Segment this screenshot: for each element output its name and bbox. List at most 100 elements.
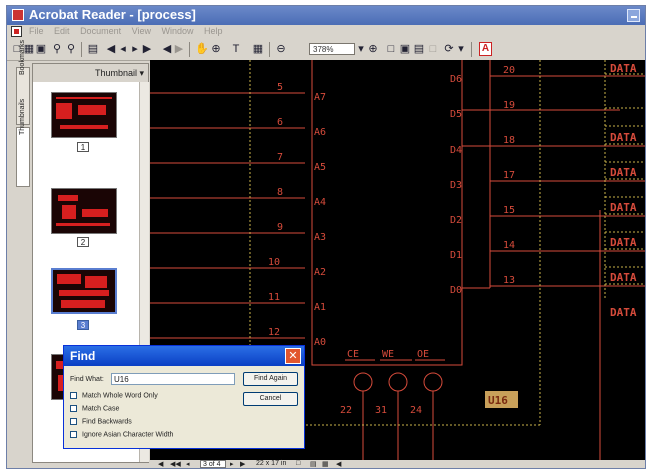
data-pin-label: D0 xyxy=(450,285,462,296)
zoom-level-field[interactable]: 378% xyxy=(309,43,355,55)
find-backwards-checkbox[interactable]: Find Backwards xyxy=(70,418,132,427)
navigation-tabs: Bookmarks Thumbnails xyxy=(15,40,32,463)
find-dialog: Find ✕ Find What: U16 Find Again Cancel … xyxy=(63,345,305,449)
adobe-logo-icon[interactable]: A xyxy=(479,42,492,56)
find-dialog-title: Find xyxy=(70,349,96,363)
thumbnail-pane-header[interactable]: Thumbnail ▾ xyxy=(33,64,148,82)
first-page-icon[interactable]: ◀ xyxy=(105,42,117,56)
chip-label: U16 xyxy=(488,394,508,407)
page-thumbnail-1[interactable] xyxy=(51,92,117,138)
pin-number: 7 xyxy=(277,152,283,163)
facing-pages-icon[interactable]: ▦ xyxy=(322,460,329,468)
search-icon[interactable]: ⚲ xyxy=(51,42,63,56)
text-select-tool-icon[interactable]: T xyxy=(229,42,243,56)
next-page-icon[interactable]: ▸ xyxy=(129,42,141,56)
menu-file[interactable]: File xyxy=(29,26,44,36)
toolbar-divider xyxy=(471,42,472,57)
data-pin-label: D3 xyxy=(450,180,462,191)
page-thumbnail-2[interactable] xyxy=(51,188,117,234)
address-pin-label: A7 xyxy=(314,92,326,103)
rotate-dropdown-icon[interactable]: ▾ xyxy=(457,42,465,56)
print-icon[interactable]: ▣ xyxy=(35,42,47,56)
previous-page-icon[interactable]: ◂ xyxy=(117,42,129,56)
pin-number: 11 xyxy=(268,292,280,303)
thumbnail-label: 2 xyxy=(77,237,89,247)
find-icon[interactable]: ⚲ xyxy=(65,42,77,56)
fit-visible-icon[interactable]: □ xyxy=(427,42,439,56)
go-back-icon[interactable]: ◀ xyxy=(161,42,173,56)
toolbar: □ ▦ ▣ ⚲ ⚲ ▤ ◀ ◂ ▸ ▶ ◀ ▶ ✋ ⊕ T ▦ ⊖ 378% ▾… xyxy=(7,39,645,61)
pin-number: 6 xyxy=(277,117,283,128)
continuous-icon[interactable]: ▤ xyxy=(310,460,317,468)
data-pin-label: D5 xyxy=(450,109,462,120)
fit-page-icon[interactable]: ▣ xyxy=(399,42,411,56)
previous-page-nav-icon[interactable]: ◀◀ xyxy=(170,460,181,468)
hand-tool-icon[interactable]: ✋ xyxy=(195,42,209,56)
toolbar-divider xyxy=(189,42,190,57)
net-label: DATA xyxy=(610,201,637,214)
control-pin-label: WE xyxy=(382,349,394,360)
data-pin-label: D4 xyxy=(450,145,462,156)
cancel-button[interactable]: Cancel xyxy=(243,392,298,406)
zoom-out-icon[interactable]: ⊖ xyxy=(275,42,287,56)
toolbar-divider xyxy=(81,42,82,57)
page-thumbnail-3[interactable] xyxy=(51,268,117,314)
menu-window[interactable]: Window xyxy=(161,26,193,36)
zoom-in-icon[interactable]: ⊕ xyxy=(367,42,379,56)
pin-number: 22 xyxy=(340,405,352,416)
control-pin-label: CE xyxy=(347,349,359,360)
go-forward-icon[interactable]: ▶ xyxy=(173,42,185,56)
net-label: DATA xyxy=(610,236,637,249)
graphics-select-tool-icon[interactable]: ▦ xyxy=(251,42,265,56)
tab-thumbnails[interactable]: Thumbnails xyxy=(16,99,30,187)
close-icon[interactable]: ✕ xyxy=(285,348,301,364)
pin-number: 9 xyxy=(277,222,283,233)
pin-number: 31 xyxy=(375,405,387,416)
net-label: DATA xyxy=(610,306,637,319)
data-pin-label: D1 xyxy=(450,250,462,261)
pin-number: 20 xyxy=(503,65,515,76)
first-page-nav-icon[interactable]: ◀ xyxy=(158,460,163,468)
address-pin-label: A0 xyxy=(314,337,326,348)
pin-number: 17 xyxy=(503,170,515,181)
menu-bar: File Edit Document View Window Help xyxy=(7,25,645,39)
page-indicator[interactable]: 3 of 4 xyxy=(200,460,226,468)
navigation-pane-icon[interactable]: ▤ xyxy=(87,42,99,56)
ignore-asian-width-checkbox[interactable]: Ignore Asian Character Width xyxy=(70,431,173,440)
match-case-checkbox[interactable]: Match Case xyxy=(70,405,119,414)
previous-page-arrow-icon[interactable]: ◂ xyxy=(186,460,190,468)
menu-help[interactable]: Help xyxy=(204,26,223,36)
last-page-icon[interactable]: ▶ xyxy=(141,42,153,56)
net-label: DATA xyxy=(610,62,637,75)
pin-number: 13 xyxy=(503,275,515,286)
pin-number: 19 xyxy=(503,100,515,111)
zoom-dropdown-icon[interactable]: ▾ xyxy=(357,42,365,56)
data-pin-label: D6 xyxy=(450,74,462,85)
fit-width-icon[interactable]: ▤ xyxy=(413,42,425,56)
pin-number: 18 xyxy=(503,135,515,146)
acrobat-window: Acrobat Reader - [process] File Edit Doc… xyxy=(6,5,646,469)
menu-document[interactable]: Document xyxy=(80,26,121,36)
pin-number: 15 xyxy=(503,205,515,216)
document-icon xyxy=(11,26,22,37)
acrobat-app-icon xyxy=(12,9,24,21)
zoom-in-tool-icon[interactable]: ⊕ xyxy=(209,42,223,56)
scroll-left-icon[interactable]: ◀ xyxy=(336,460,341,468)
rotate-icon[interactable]: ⟳ xyxy=(443,42,455,56)
status-bar: ◀ ◀◀ ◂ 3 of 4 ▸ ▶ 22 x 17 in □ ▤ ▦ ◀ xyxy=(150,460,645,468)
pin-number: 5 xyxy=(277,82,283,93)
single-page-icon[interactable]: □ xyxy=(296,460,300,467)
find-dialog-title-bar[interactable]: Find ✕ xyxy=(64,346,304,366)
last-page-nav-icon[interactable]: ▶ xyxy=(240,460,245,468)
menu-view[interactable]: View xyxy=(132,26,151,36)
next-page-nav-icon[interactable]: ▸ xyxy=(230,460,234,468)
menu-edit[interactable]: Edit xyxy=(54,26,70,36)
find-what-input[interactable]: U16 xyxy=(111,373,235,385)
window-title: Acrobat Reader - [process] xyxy=(29,7,196,22)
minimize-button[interactable] xyxy=(627,9,640,22)
actual-size-icon[interactable]: □ xyxy=(385,42,397,56)
match-whole-word-checkbox[interactable]: Match Whole Word Only xyxy=(70,392,158,401)
find-again-button[interactable]: Find Again xyxy=(243,372,298,386)
find-what-label: Find What: xyxy=(70,376,104,383)
thumbnail-label: 1 xyxy=(77,142,89,152)
